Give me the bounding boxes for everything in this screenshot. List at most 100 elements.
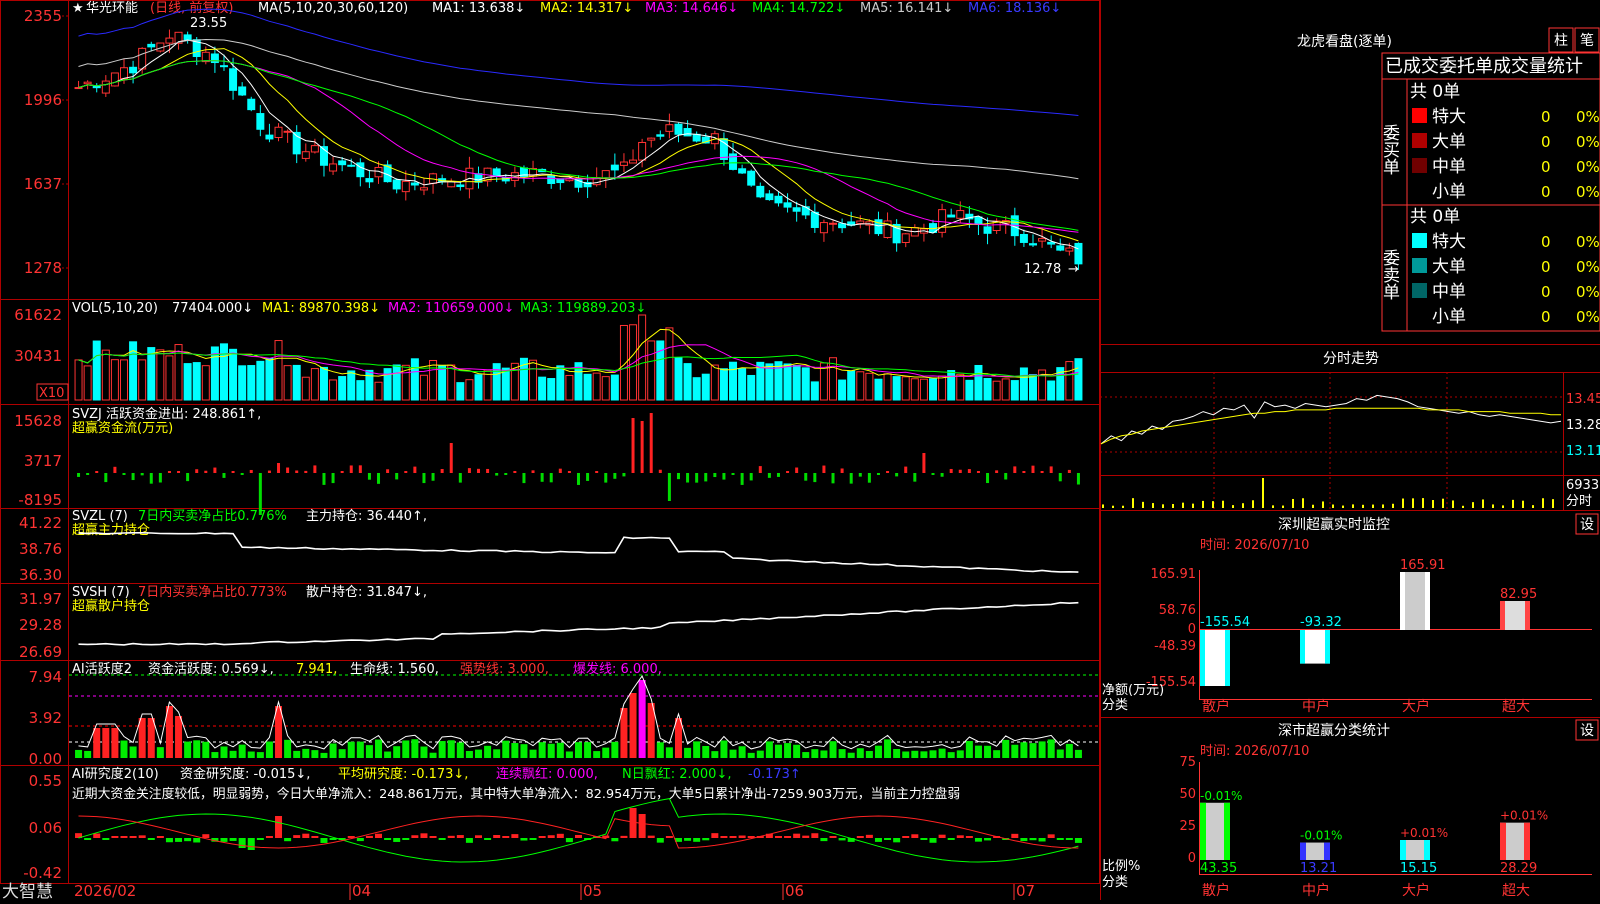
activity-bar: [729, 749, 737, 758]
price-tick: 1996: [24, 91, 62, 109]
fund-flow-bar: [913, 473, 917, 482]
candle: [456, 184, 465, 188]
research-bar: [647, 835, 655, 838]
fund-flow-bar: [340, 471, 344, 473]
volume-bar: [338, 376, 347, 401]
volume-bar: [538, 376, 547, 401]
candle: [1074, 242, 1083, 265]
fund-flow-bar: [967, 469, 971, 473]
intraday-volume-bar: [1342, 505, 1344, 508]
activity-bar: [302, 748, 310, 758]
fund-flow-bar: [486, 468, 490, 473]
research-bar: [693, 838, 701, 842]
research-bar: [811, 833, 819, 838]
research-bar: [520, 838, 528, 841]
research-bar: [275, 816, 283, 838]
net-amount-label: -93.32: [1300, 615, 1342, 630]
sz-category-ylabel: 比例%: [1102, 859, 1140, 874]
activity-bar: [974, 745, 982, 758]
sz-category-time: 时间: 2026/07/10: [1200, 744, 1309, 759]
research-bar: [965, 836, 973, 838]
sell-row-swatch: [1412, 283, 1427, 298]
volume-bar: [956, 373, 965, 401]
candle: [129, 66, 138, 74]
volume-bar: [1001, 378, 1010, 401]
candle: [183, 34, 192, 41]
intraday-price-tick: 13.45: [1566, 392, 1600, 407]
fund-flow-bar: [77, 473, 81, 477]
period-label[interactable]: (日线, 前复权): [150, 0, 233, 16]
category-label: 大户: [1402, 882, 1430, 899]
star-icon[interactable]: ★: [72, 1, 84, 16]
research-bar: [393, 838, 401, 842]
tab-tick-mode-label[interactable]: 笔: [1580, 33, 1594, 49]
activity-bar: [220, 746, 228, 758]
ai-research-tick: -0.42: [23, 864, 62, 882]
fund-flow-bar: [586, 473, 590, 481]
intraday-vol-tick: 6933: [1566, 478, 1599, 493]
activity-bar: [702, 745, 710, 758]
tab-bar-mode-label[interactable]: 柱: [1554, 33, 1568, 49]
research-bar: [138, 835, 146, 838]
sell-total: 共 0单: [1410, 207, 1460, 227]
activity-bar: [638, 680, 646, 758]
sz-category-settings-label[interactable]: 设: [1580, 723, 1594, 739]
fund-flow-bar: [158, 473, 162, 483]
intraday-volume-bar: [1372, 504, 1374, 508]
volume-bar: [201, 365, 210, 401]
sz-monitor-tick: 58.76: [1159, 603, 1196, 618]
sz-monitor-settings-label[interactable]: 设: [1580, 517, 1594, 533]
intraday-volume-bar: [1532, 505, 1534, 508]
sz-category-tick: 0: [1188, 851, 1196, 866]
research-bar: [702, 838, 710, 841]
intraday-tab[interactable]: 分时: [1566, 494, 1592, 509]
activity-bar: [102, 728, 110, 758]
research-bar: [829, 836, 837, 838]
buy-row-label: 大单: [1432, 132, 1466, 152]
fund-flow-bar: [149, 473, 153, 484]
fund-flow-bar: [86, 473, 90, 475]
activity-bar: [602, 747, 610, 758]
fund-flow-bar: [695, 473, 699, 483]
activity-bar: [384, 751, 392, 758]
research-bar: [1065, 838, 1073, 840]
activity-bar: [238, 744, 246, 758]
candle: [1019, 233, 1028, 243]
activity-bar: [1056, 749, 1064, 758]
volume-bar: [429, 359, 438, 401]
volume-bar: [192, 362, 201, 401]
sz-monitor-tick: 165.91: [1151, 567, 1197, 582]
activity-bar: [202, 741, 210, 758]
candle: [629, 159, 638, 164]
volume-bar: [329, 379, 338, 401]
sz-monitor-xlabel: 分类: [1102, 698, 1128, 713]
volume-bar: [301, 376, 310, 401]
svzl-name: SVZL (7): [72, 509, 128, 524]
research-bar: [838, 838, 846, 841]
ai-active-tick: 0.00: [29, 750, 62, 768]
candle: [329, 163, 338, 172]
sell-row-swatch: [1412, 233, 1427, 248]
buy-row-swatch: [1412, 108, 1427, 123]
research-bar: [375, 833, 383, 838]
sell-row-pct: 0%: [1576, 283, 1600, 301]
fund-flow-bar: [504, 473, 508, 475]
candle: [1047, 241, 1056, 245]
buy-row-label: 特大: [1432, 107, 1466, 127]
x-tick: 06: [785, 882, 804, 900]
volume-bar: [365, 369, 374, 401]
buy-row-swatch: [1412, 158, 1427, 173]
fund-flow-bar: [395, 473, 399, 480]
sz-monitor-tick: 0: [1188, 622, 1196, 637]
volume-bar: [647, 340, 656, 401]
volume-bar: [74, 359, 83, 401]
net-amount-label: -155.54: [1200, 615, 1250, 630]
fund-flow-bar: [667, 473, 671, 501]
longhu-header: 已成交委托单成交量统计: [1385, 56, 1583, 77]
activity-bar: [129, 746, 137, 758]
category-label: 散户: [1202, 882, 1230, 899]
vol-ma3: MA3: 119889.203↓: [520, 301, 646, 316]
fund-flow-bar: [113, 466, 117, 473]
svzl-pct: 7日内买卖净占比0.776%: [138, 508, 287, 524]
ratio-change-label: +0.01%: [1400, 826, 1448, 840]
